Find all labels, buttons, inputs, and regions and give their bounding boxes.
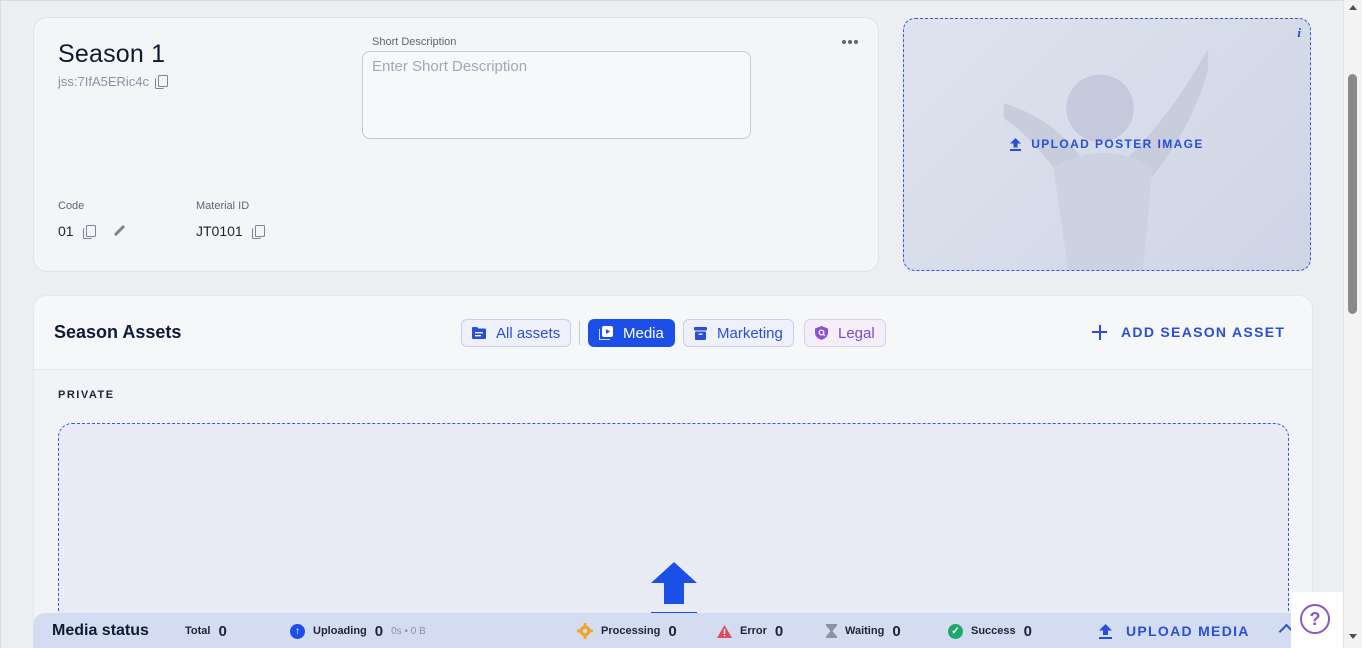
total-value: 0 [218,622,227,640]
scrollbar[interactable] [1343,0,1362,648]
add-season-asset-label: ADD SEASON ASSET [1121,324,1286,340]
status-total: Total 0 [185,613,227,648]
uploading-label: Uploading [313,625,367,637]
material-id-value: JT0101 [196,223,243,239]
error-label: Error [740,625,767,637]
help-button[interactable]: ? [1300,604,1330,634]
plus-icon [1092,324,1107,340]
material-id-field: JT0101 [196,223,265,239]
total-label: Total [185,625,211,637]
short-description-input[interactable] [362,51,751,139]
upload-circle-icon: ↑ [290,623,305,639]
page-frame: Season 1 jss:7IfA5ERic4c Short Descripti… [0,0,1343,648]
media-status-title: Media status [52,622,149,639]
upload-arrow-icon [651,562,697,616]
pencil-icon[interactable] [113,225,126,238]
status-uploading: ↑ Uploading 0 0s • 0 B [290,613,426,648]
upload-media-label: UPLOAD MEDIA [1126,623,1250,639]
material-id-label: Material ID [196,200,250,212]
upload-poster-button[interactable]: UPLOAD POSTER IMAGE [904,137,1310,151]
warning-icon [717,624,732,638]
uploading-value: 0 [374,622,384,640]
season-id-row: jss:7IfA5ERic4c [58,74,169,89]
upload-media-button[interactable]: UPLOAD MEDIA [1099,613,1250,648]
copy-icon[interactable] [155,75,169,89]
code-label: Code [58,200,85,212]
shield-icon [815,326,828,340]
poster-upload-area[interactable]: i UPLOAD POSTER IMAGE [903,18,1311,271]
folder-icon [472,327,486,339]
season-info-card: Season 1 jss:7IfA5ERic4c Short Descripti… [33,17,879,272]
info-icon[interactable]: i [1297,25,1301,41]
assets-header: Season Assets All assets Media Marketing… [34,296,1312,370]
assets-title: Season Assets [54,322,182,342]
filter-legal[interactable]: Legal [804,319,886,347]
upload-poster-label: UPLOAD POSTER IMAGE [1031,137,1204,151]
status-processing: Processing 0 [577,613,677,648]
upload-icon [1099,623,1112,639]
copy-icon[interactable] [82,224,96,239]
filter-label: Media [623,324,664,342]
processing-value: 0 [668,622,677,640]
add-season-asset-button[interactable]: ADD SEASON ASSET [1092,324,1285,340]
hourglass-icon [826,624,837,638]
scroll-up-arrow-icon[interactable] [1349,5,1357,10]
short-description-label: Short Description [372,36,457,48]
filter-label: Legal [838,324,875,342]
processing-label: Processing [601,625,661,637]
media-status-bar: Media status Total 0 ↑ Uploading 0 0s • … [33,613,1313,648]
status-error: Error 0 [717,613,783,648]
filter-all-assets[interactable]: All assets [461,319,572,347]
filter-label: All assets [496,324,561,342]
success-value: 0 [1023,622,1032,640]
more-icon [842,40,846,44]
filter-media[interactable]: Media [588,319,675,347]
media-status-title-wrap: Media status [52,613,149,648]
code-value: 01 [58,223,74,239]
status-waiting: Waiting 0 [826,613,901,648]
filter-label: Marketing [717,324,783,342]
scroll-thumb[interactable] [1348,74,1357,314]
check-circle-icon: ✓ [948,623,963,639]
media-icon [599,326,613,340]
gear-icon [577,623,593,639]
filter-divider [579,321,580,345]
private-section-label: PRIVATE [58,389,115,401]
scroll-down-arrow-icon[interactable] [1349,634,1357,639]
error-value: 0 [774,622,784,640]
code-field: 01 [58,223,126,239]
season-assets-card: Season Assets All assets Media Marketing… [33,295,1313,648]
copy-icon[interactable] [251,224,265,239]
status-success: ✓ Success 0 [948,613,1032,648]
season-id: jss:7IfA5ERic4c [58,74,150,89]
upload-icon [1010,137,1022,151]
waiting-value: 0 [892,622,901,640]
uploading-detail: 0s • 0 B [391,625,426,637]
waiting-label: Waiting [845,625,885,637]
archive-icon [694,326,707,340]
success-label: Success [971,625,1016,637]
filter-marketing[interactable]: Marketing [683,319,794,347]
more-options-button[interactable] [840,38,860,46]
season-title: Season 1 [58,40,166,68]
